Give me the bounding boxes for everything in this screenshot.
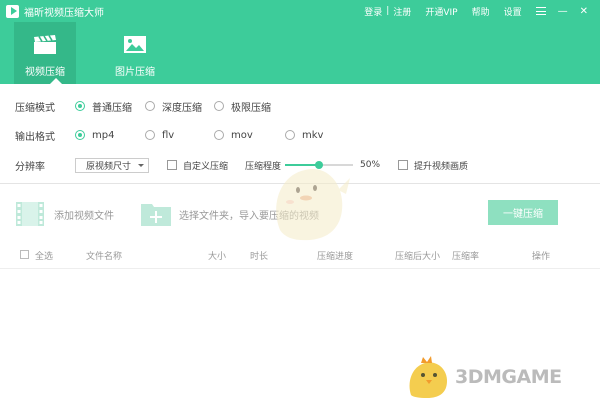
tab-image-compress[interactable]: 图片压缩	[104, 22, 166, 84]
resolution-label: 分辨率	[15, 161, 45, 173]
add-video-button[interactable]: 添加视频文件	[15, 198, 114, 230]
resolution-value: 原视频尺寸	[86, 161, 132, 172]
select-all-checkbox[interactable]	[20, 250, 29, 259]
enhance-quality-checkbox[interactable]: 提升视频画质	[398, 159, 468, 172]
film-strip-icon	[16, 202, 44, 226]
top-links: 登录 | 注册 开通VIP 帮助 设置 — ✕	[360, 0, 588, 22]
mascot-watermark-icon	[276, 169, 350, 241]
minimize-button[interactable]: —	[558, 6, 568, 17]
folder-add-icon	[141, 204, 171, 226]
checkbox-label: 自定义压缩	[183, 161, 229, 172]
select-all-label: 全选	[35, 252, 54, 262]
active-tab-indicator	[50, 78, 62, 84]
radio-label: 深度压缩	[162, 102, 202, 114]
column-header: 文件名称	[86, 252, 123, 262]
brand-text: 3DMGAME	[455, 366, 562, 388]
header-tabs: 视频压缩 图片压缩	[0, 22, 600, 84]
radio-format-mkv[interactable]: mkv	[285, 130, 323, 141]
column-header: 时长	[250, 252, 269, 262]
login-link[interactable]: 登录	[364, 5, 382, 18]
compress-mode-row: 压缩模式 普通压缩 深度压缩 极限压缩	[0, 98, 600, 114]
radio-format-flv[interactable]: flv	[145, 130, 174, 141]
chick-logo-icon	[409, 356, 447, 398]
tab-label: 图片压缩	[115, 67, 155, 78]
column-header: 压缩后大小	[395, 252, 441, 262]
one-click-compress-button[interactable]: 一键压缩	[488, 200, 558, 225]
add-video-label: 添加视频文件	[54, 210, 114, 222]
link-separator: |	[386, 6, 390, 16]
app-title: 福昕视频压缩大师	[24, 7, 104, 19]
radio-label: 极限压缩	[231, 102, 271, 114]
vip-link[interactable]: 开通VIP	[425, 5, 457, 18]
menu-icon[interactable]	[535, 7, 546, 15]
radio-deep-compress[interactable]: 深度压缩	[145, 99, 202, 114]
help-link[interactable]: 帮助	[472, 5, 490, 18]
register-link[interactable]: 注册	[393, 5, 411, 18]
tab-video-compress[interactable]: 视频压缩	[14, 22, 76, 84]
brand-watermark: 3DMGAME	[405, 355, 595, 399]
file-table-header: 全选 文件名称 大小 时长 压缩进度 压缩后大小 压缩率 操作	[0, 248, 600, 262]
close-button[interactable]: ✕	[580, 6, 588, 17]
output-format-label: 输出格式	[15, 131, 55, 143]
radio-label: mov	[231, 129, 253, 141]
title-bar: 福昕视频压缩大师 登录 | 注册 开通VIP 帮助 设置 — ✕	[0, 0, 600, 22]
column-header: 压缩进度	[317, 252, 354, 262]
radio-format-mov[interactable]: mov	[214, 130, 253, 141]
image-icon	[124, 36, 146, 53]
column-header: 大小	[208, 252, 227, 262]
compress-mode-label: 压缩模式	[15, 102, 55, 114]
radio-label: flv	[162, 129, 175, 141]
radio-normal-compress[interactable]: 普通压缩	[75, 99, 132, 114]
settings-link[interactable]: 设置	[504, 5, 522, 18]
custom-compress-checkbox[interactable]: 自定义压缩	[167, 159, 228, 172]
radio-extreme-compress[interactable]: 极限压缩	[214, 99, 271, 114]
radio-label: 普通压缩	[92, 102, 132, 114]
tab-label: 视频压缩	[25, 67, 65, 78]
divider	[0, 268, 600, 269]
app-logo-icon	[6, 4, 19, 18]
radio-label: mp4	[92, 129, 115, 141]
radio-format-mp4[interactable]: mp4	[75, 130, 114, 141]
clapperboard-icon	[34, 35, 56, 54]
resolution-select[interactable]: 原视频尺寸	[75, 157, 149, 173]
radio-label: mkv	[302, 129, 324, 141]
checkbox-label: 提升视频画质	[414, 161, 469, 172]
column-header: 压缩率	[452, 252, 480, 262]
column-header: 操作	[532, 252, 551, 262]
output-format-row: 输出格式 mp4 flv mov mkv	[0, 127, 600, 143]
degree-value: 50%	[360, 160, 381, 170]
chevron-down-icon	[138, 163, 144, 167]
